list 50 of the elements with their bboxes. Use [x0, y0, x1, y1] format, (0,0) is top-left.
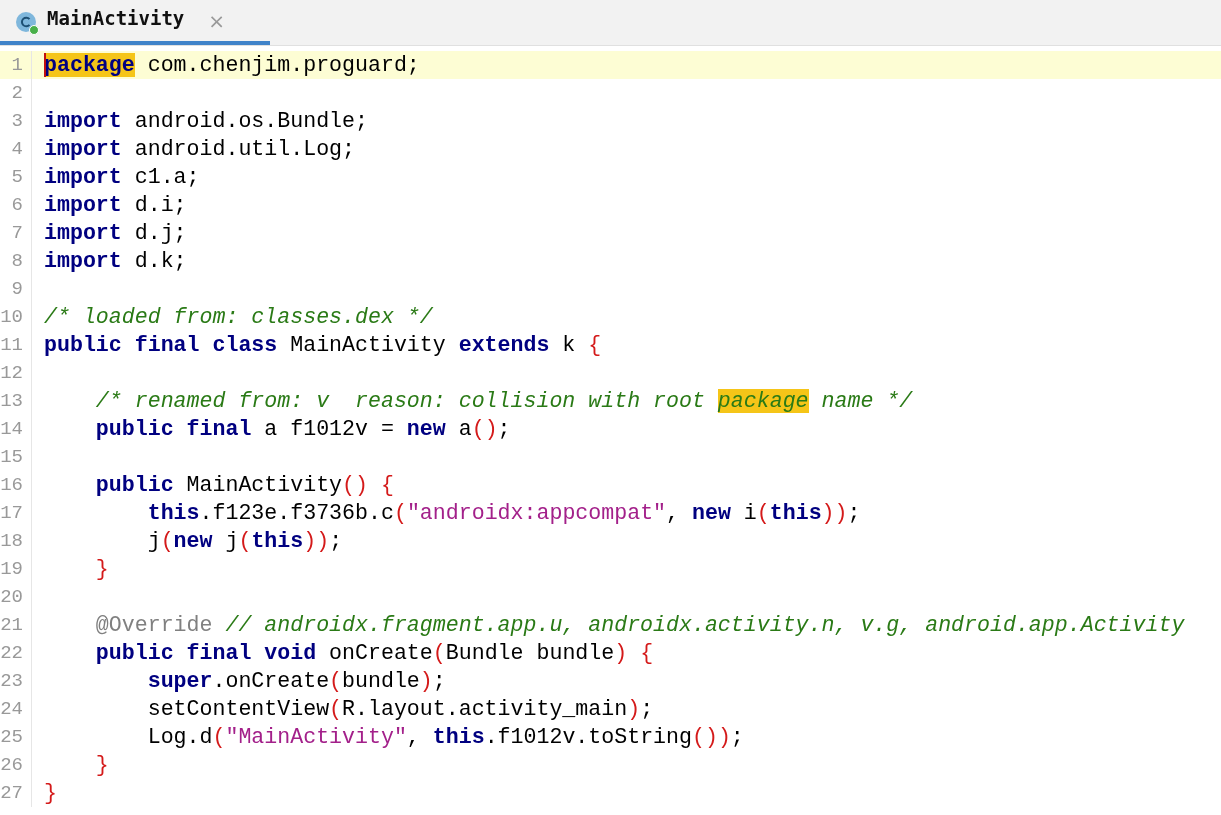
- code-line: import android.util.Log;: [44, 137, 356, 161]
- code-line: }: [94, 557, 109, 581]
- line-number: 25: [0, 726, 23, 748]
- text-caret: [44, 53, 46, 77]
- code-line: j(new j(this));: [146, 529, 343, 553]
- line-number: 16: [0, 474, 23, 496]
- line-number: 10: [0, 306, 23, 328]
- line-number: 22: [0, 642, 23, 664]
- code-line: }: [44, 781, 57, 805]
- code-line: }: [94, 753, 109, 777]
- code-line: import android.os.Bundle;: [44, 109, 368, 133]
- code-line: public final a f1012v = new a();: [94, 417, 511, 441]
- line-number: 14: [0, 418, 23, 440]
- line-number: 20: [0, 586, 23, 608]
- code-line: public MainActivity() {: [94, 473, 394, 497]
- line-number: 8: [10, 250, 23, 272]
- code-line: Log.d("MainActivity", this.f1012v.toString());: [146, 725, 744, 749]
- line-number: 27: [0, 782, 23, 804]
- line-number: 6: [10, 194, 23, 216]
- line-number: 9: [10, 278, 23, 300]
- line-number: 26: [0, 754, 23, 776]
- line-number: 24: [0, 698, 23, 720]
- line-number: 12: [0, 362, 23, 384]
- line-number: 2: [10, 82, 23, 104]
- line-number: 11: [0, 334, 23, 356]
- code-line: setContentView(R.layout.activity_main);: [146, 697, 654, 721]
- line-number: 19: [0, 558, 23, 580]
- code-line: super.onCreate(bundle);: [146, 669, 446, 693]
- class-file-icon: [15, 10, 39, 35]
- tab-title[interactable]: MainActivity: [47, 6, 185, 29]
- line-number: 17: [0, 502, 23, 524]
- code-line: public final void onCreate(Bundle bundle) {: [94, 641, 654, 665]
- code-line: /* loaded from: classes.dex */: [44, 305, 433, 329]
- line-number: 4: [10, 138, 23, 160]
- line-number: 3: [10, 110, 23, 132]
- line-number: 18: [0, 530, 23, 552]
- line-number: 1: [10, 54, 23, 76]
- code-line: import c1.a;: [44, 165, 200, 189]
- code-line: import d.k;: [44, 249, 187, 273]
- line-number: 21: [0, 614, 23, 636]
- line-number: 15: [0, 446, 23, 468]
- code-line: import d.j;: [44, 221, 187, 245]
- code-line: this.f123e.f3736b.c("androidx:appcompat", new i(this));: [146, 501, 861, 525]
- code-line: @Override // androidx.fragment.app.u, androidx.activity.n, v.g, android.app.Activity: [94, 613, 1185, 637]
- code-line: import d.i;: [44, 193, 187, 217]
- line-number: 5: [10, 166, 23, 188]
- line-number: 23: [0, 670, 23, 692]
- code-line: public final class MainActivity extends k {: [44, 333, 602, 357]
- line-number: 13: [0, 390, 23, 412]
- line-number: 7: [10, 222, 23, 244]
